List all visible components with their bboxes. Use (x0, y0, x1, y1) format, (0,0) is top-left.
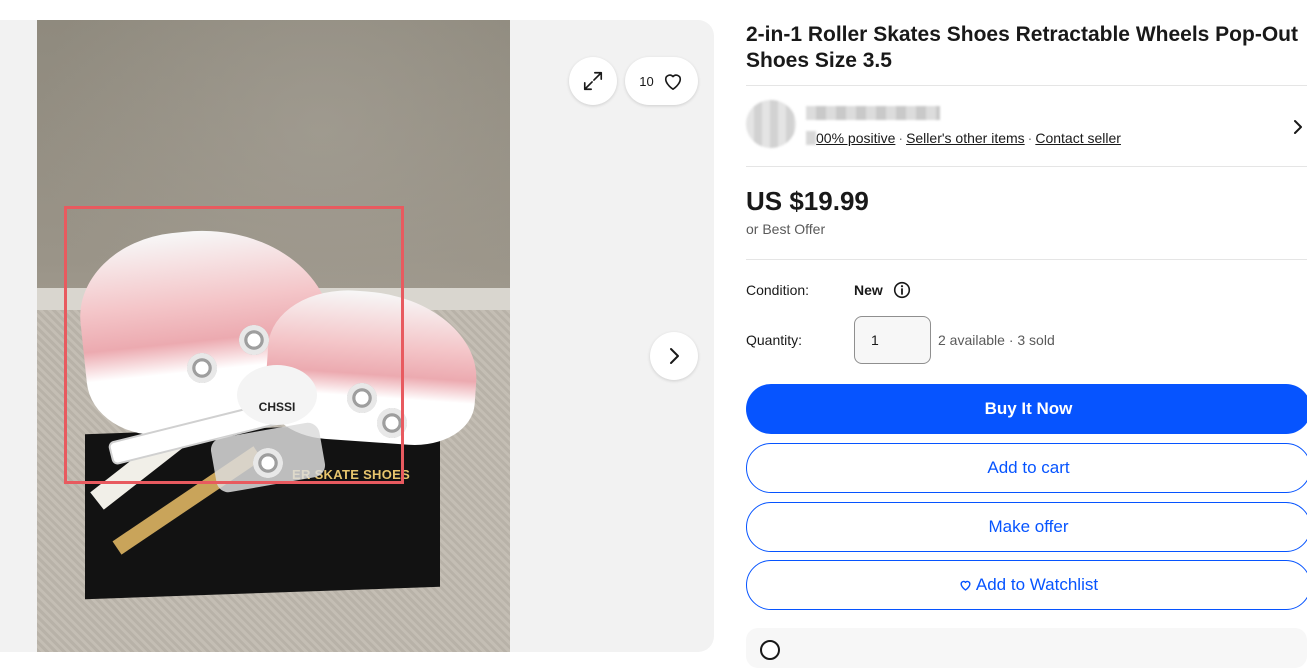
separator: · (898, 130, 904, 146)
info-card (746, 628, 1307, 668)
image-gallery: ER SKATE SHOES CHSSI 10 (0, 20, 714, 652)
add-to-watchlist-label: Add to Watchlist (975, 575, 1099, 594)
seller-other-items-link[interactable]: Seller's other items (906, 130, 1025, 146)
watch-count: 10 (639, 73, 654, 89)
condition-value: New (854, 282, 883, 298)
highlight-box (64, 206, 404, 484)
price: US $19.99 (746, 186, 869, 216)
contact-seller-link[interactable]: Contact seller (1035, 130, 1121, 146)
seller-info-line: 00% positive · Seller's other items · Contac… (806, 130, 1121, 146)
seller-name-redacted[interactable] (806, 106, 940, 120)
best-offer-text: or Best Offer (746, 221, 826, 237)
card-icon (760, 640, 780, 660)
seller-feedback-link[interactable]: 00% positive (816, 130, 895, 146)
heart-icon (960, 580, 971, 591)
condition-label: Condition: (746, 282, 810, 298)
expand-icon (583, 71, 603, 91)
info-icon[interactable] (893, 281, 911, 299)
add-to-watchlist-button[interactable]: Add to Watchlist (746, 560, 1307, 610)
chevron-right-icon[interactable] (1290, 118, 1306, 136)
heart-icon (664, 74, 681, 90)
watch-count-button[interactable]: 10 (625, 57, 698, 105)
redacted-text (806, 131, 816, 145)
next-image-button[interactable] (650, 332, 698, 380)
divider (746, 85, 1307, 86)
quantity-input[interactable] (854, 316, 931, 364)
quantity-label: Quantity: (746, 332, 803, 348)
separator: · (1027, 130, 1033, 146)
chevron-right-icon (670, 348, 679, 364)
expand-image-button[interactable] (569, 57, 617, 105)
listing-title: 2-in-1 Roller Skates Shoes Retractable W… (746, 23, 1298, 72)
availability-text: 2 available · 3 sold (938, 332, 1055, 348)
divider (746, 259, 1307, 260)
divider (746, 166, 1307, 167)
buy-it-now-button[interactable]: Buy It Now (746, 384, 1307, 434)
add-to-cart-button[interactable]: Add to cart (746, 443, 1307, 493)
make-offer-button[interactable]: Make offer (746, 502, 1307, 552)
seller-avatar[interactable] (746, 100, 796, 148)
